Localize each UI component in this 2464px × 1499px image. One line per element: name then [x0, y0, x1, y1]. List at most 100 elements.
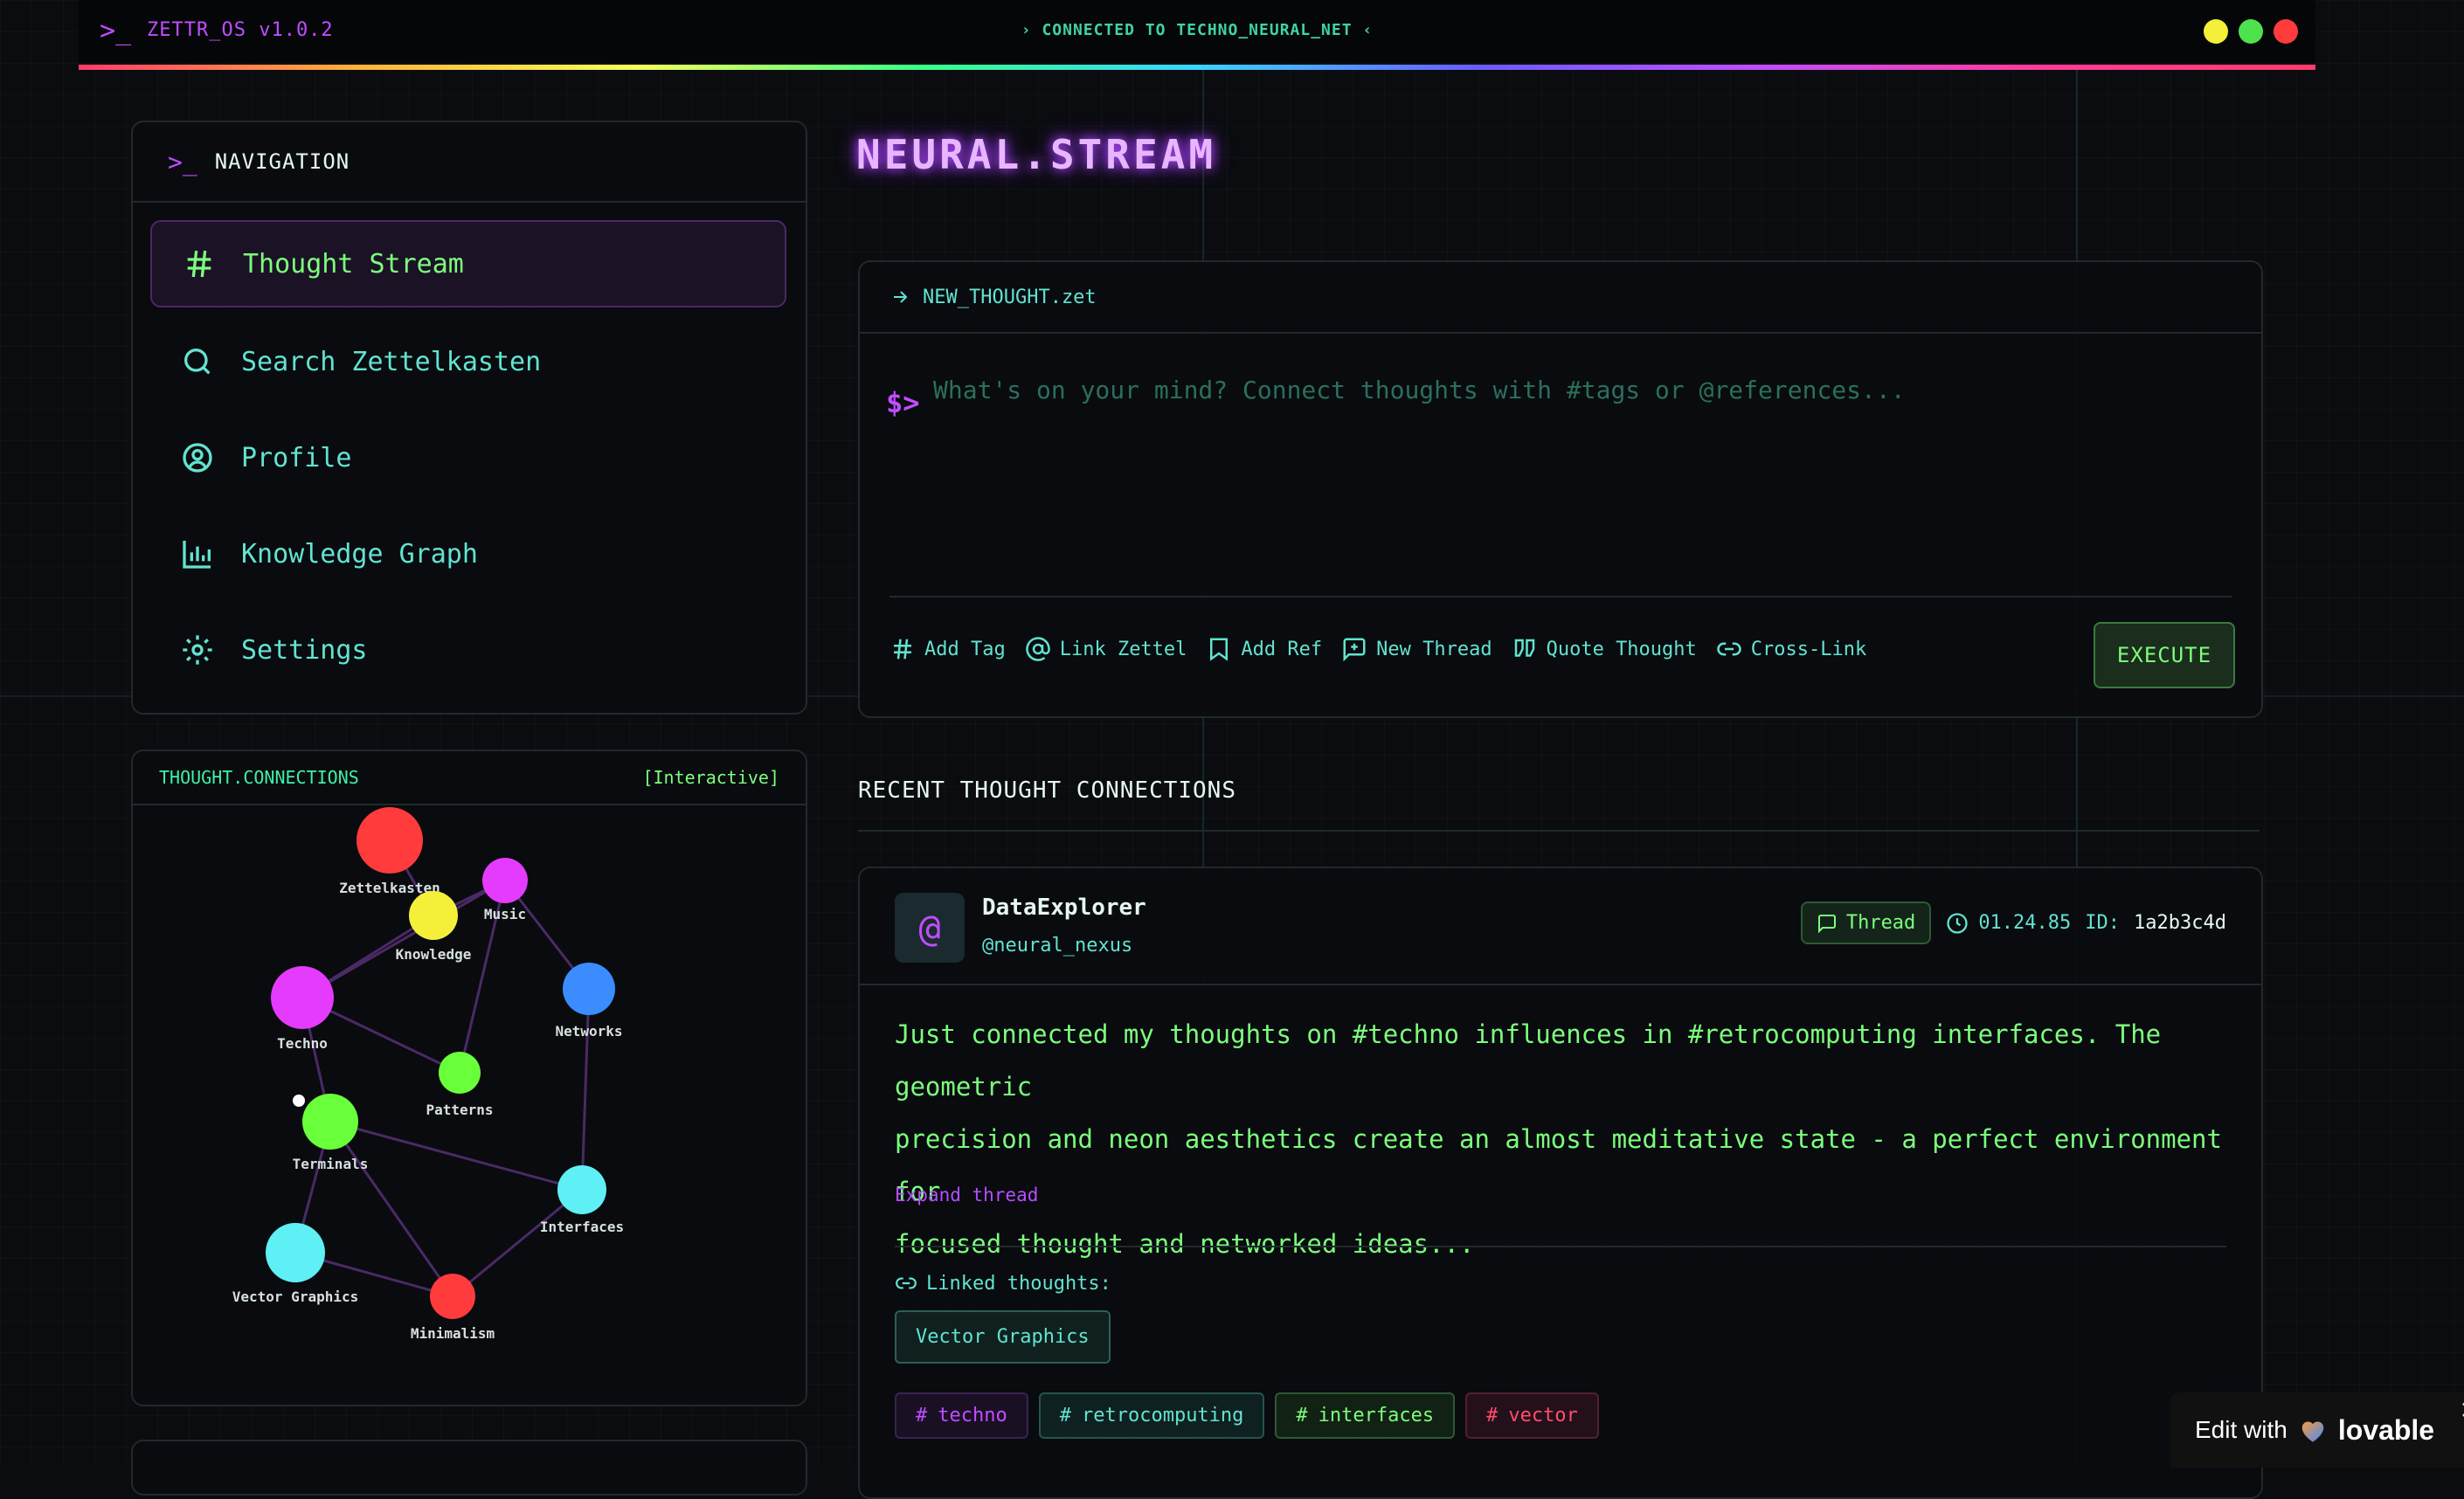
nav-item-settings[interactable]: Settings — [150, 606, 786, 694]
tool-label: Quote Thought — [1546, 638, 1697, 660]
connections-title: THOUGHT.CONNECTIONS — [159, 767, 359, 788]
connection-status: › CONNECTED TO TECHNO_NEURAL_NET ‹ — [1021, 21, 1374, 39]
nav-item-thought-stream[interactable]: Thought Stream — [150, 220, 786, 307]
link-zettel-button[interactable]: Link Zettel — [1025, 636, 1187, 662]
tool-label: Link Zettel — [1059, 638, 1187, 660]
terminal-prompt-icon: >_ — [168, 147, 197, 176]
node-label: Knowledge — [396, 946, 472, 963]
graph-node[interactable]: Minimalism — [411, 1274, 495, 1342]
nav-item-profile[interactable]: Profile — [150, 414, 786, 501]
node-label: Minimalism — [411, 1325, 495, 1342]
section-title: RECENT THOUGHT CONNECTIONS — [858, 777, 1236, 804]
lovable-text: Edit with — [2195, 1416, 2288, 1443]
post-meta: Thread 01.24.85 ID: 1a2b3c4d — [1800, 901, 2226, 944]
arrow-right-icon — [894, 291, 908, 303]
graph-node[interactable]: Techno — [271, 966, 334, 1052]
search-icon — [184, 349, 211, 375]
badge-label: Thread — [1845, 912, 1916, 934]
link-icon — [1717, 642, 1741, 656]
navigation-panel: >_ NAVIGATION Thought Stream Search Zett… — [131, 121, 807, 715]
post-username[interactable]: DataExplorer — [982, 895, 1146, 921]
hash-icon — [187, 250, 211, 278]
node-label: Interfaces — [540, 1219, 624, 1235]
node-label: Patterns — [426, 1102, 493, 1118]
expand-thread-link[interactable]: Expand thread — [895, 1185, 1038, 1205]
knowledge-graph[interactable]: Zettelkasten Music Knowledge Techno Netw… — [133, 805, 806, 1399]
graph-node[interactable]: Terminals — [293, 1094, 369, 1172]
node-label: Networks — [555, 1023, 622, 1040]
nav-item-knowledge-graph[interactable]: Knowledge Graph — [150, 510, 786, 598]
interactive-tag: [Interactive] — [642, 767, 779, 788]
nav-item-search[interactable]: Search Zettelkasten — [150, 318, 786, 405]
graph-node[interactable]: Interfaces — [540, 1165, 624, 1235]
avatar[interactable]: @ — [895, 893, 965, 963]
new-thread-button[interactable]: New Thread — [1341, 636, 1492, 662]
post-time: 01.24.85 — [1945, 911, 2071, 936]
node-label: Music — [484, 906, 526, 922]
cross-link-button[interactable]: Cross-Link — [1716, 636, 1866, 662]
tool-label: Cross-Link — [1750, 638, 1867, 660]
tag-label: retrocomputing — [1081, 1405, 1244, 1426]
post-handle[interactable]: @neural_nexus — [982, 935, 1132, 957]
post-body: Just connected my thoughts on #techno in… — [895, 1008, 2223, 1270]
time-value: 01.24.85 — [1978, 912, 2072, 934]
hash-icon: # — [1296, 1405, 1308, 1426]
nav-item-label: Thought Stream — [243, 248, 464, 280]
linked-label-text: Linked thoughts: — [926, 1272, 1111, 1295]
rainbow-divider — [79, 65, 2315, 70]
connections-header: THOUGHT.CONNECTIONS [Interactive] — [133, 751, 806, 805]
message-plus-icon — [1343, 638, 1366, 662]
tag-chip[interactable]: # retrocomputing — [1038, 1392, 1265, 1439]
post-body-line: precision and neon aesthetics create an … — [895, 1124, 2222, 1206]
bar-chart-icon — [183, 541, 211, 569]
nav-item-label: Profile — [241, 442, 352, 473]
top-bar: >_ ZETTR_OS v1.0.2 › CONNECTED TO TECHNO… — [79, 0, 2315, 64]
tool-label: New Thread — [1376, 638, 1492, 660]
add-tag-button[interactable]: Add Tag — [889, 636, 1006, 662]
minimize-button[interactable] — [2204, 19, 2228, 44]
thought-input[interactable]: $> What's on your mind? Connect thoughts… — [886, 367, 2235, 507]
shell-prompt: $> — [886, 386, 920, 419]
tool-label: Add Ref — [1241, 638, 1323, 660]
navigation-title: NAVIGATION — [214, 149, 350, 174]
message-icon — [1817, 914, 1836, 933]
graph-node[interactable]: Zettelkasten — [339, 807, 440, 896]
graph-node[interactable]: Networks — [555, 963, 623, 1040]
tag-label: techno — [938, 1405, 1007, 1426]
thought-placeholder: What's on your mind? Connect thoughts wi… — [933, 376, 1906, 404]
tag-list: # techno # retrocomputing # interfaces #… — [895, 1392, 1599, 1439]
linked-thought-chip[interactable]: Vector Graphics — [895, 1310, 1111, 1364]
page-title: NEURAL.STREAM — [856, 131, 1217, 178]
tag-chip[interactable]: # vector — [1465, 1392, 1599, 1439]
tag-chip[interactable]: # interfaces — [1275, 1392, 1456, 1439]
post-body-line: Just connected my thoughts on #techno in… — [895, 1019, 2162, 1102]
thought-composer: NEW_THOUGHT.zet $> What's on your mind? … — [858, 260, 2263, 718]
heart-icon — [2301, 1421, 2324, 1442]
nav-item-label: Knowledge Graph — [241, 538, 478, 570]
thread-badge[interactable]: Thread — [1800, 901, 1932, 944]
graph-node[interactable]: Music — [482, 858, 528, 922]
add-ref-button[interactable]: Add Ref — [1206, 636, 1322, 662]
nav-item-label: Search Zettelkasten — [241, 346, 542, 377]
tag-label: interfaces — [1318, 1405, 1435, 1426]
tool-label: Add Tag — [924, 638, 1006, 660]
bottom-panel — [131, 1440, 807, 1496]
edit-with-lovable-badge[interactable]: Edit with lovable ✕ — [2170, 1392, 2464, 1468]
hash-icon — [894, 639, 911, 660]
quote-thought-button[interactable]: Quote Thought — [1512, 636, 1697, 662]
navigation-header: >_ NAVIGATION — [133, 122, 806, 203]
id-value: 1a2b3c4d — [2134, 912, 2226, 934]
hash-icon: # — [916, 1405, 928, 1426]
execute-button[interactable]: EXECUTE — [2094, 622, 2235, 688]
lovable-brand: lovable — [2337, 1413, 2435, 1446]
divider — [858, 830, 2260, 832]
close-button[interactable] — [2274, 19, 2298, 44]
clock-icon — [1947, 912, 1968, 934]
tag-label: vector — [1508, 1405, 1578, 1426]
window-controls — [2204, 19, 2298, 44]
hash-icon: # — [1059, 1405, 1071, 1426]
maximize-button[interactable] — [2239, 19, 2263, 44]
close-icon[interactable]: ✕ — [2460, 1396, 2464, 1425]
tag-chip[interactable]: # techno — [895, 1392, 1028, 1439]
divider — [889, 596, 2232, 598]
